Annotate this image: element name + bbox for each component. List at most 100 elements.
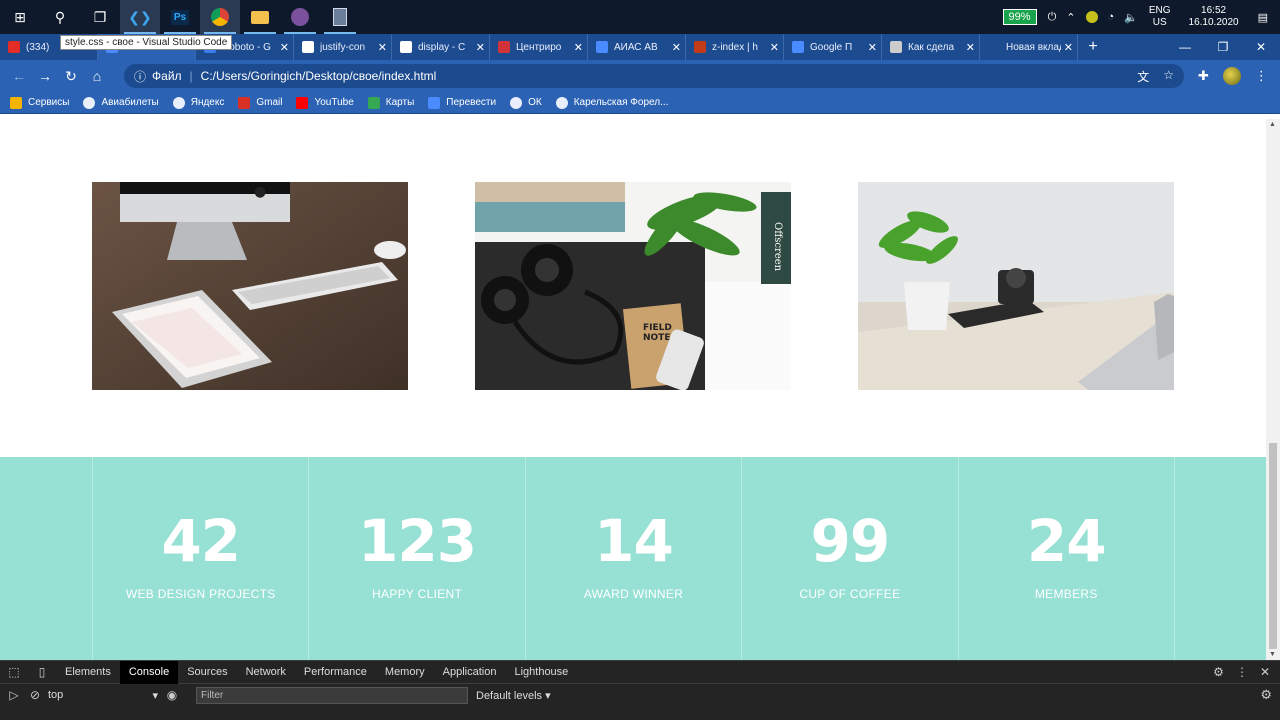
stat-label: WEB DESIGN PROJECTS (125, 587, 276, 601)
scroll-down-arrow-icon[interactable]: ▼ (1269, 651, 1276, 658)
search-button[interactable]: ⚲ (40, 0, 80, 34)
tab-close-icon[interactable]: ✕ (378, 41, 387, 54)
taskbar-photoshop[interactable]: Ps (160, 0, 200, 34)
devtools-tab[interactable]: Performance (295, 661, 376, 684)
address-url: C:/Users/Goringich/Desktop/свое/index.ht… (200, 69, 437, 83)
taskbar-chrome[interactable] (200, 0, 240, 34)
taskbar-calculator[interactable] (320, 0, 360, 34)
address-scheme: Файл (152, 69, 182, 83)
battery-indicator[interactable]: 99% (1002, 9, 1037, 25)
browser-tab[interactable]: АИАС АВ ✕ (588, 34, 686, 60)
close-window-button[interactable]: ✕ (1242, 34, 1280, 60)
bookmark-item[interactable]: Карельская Форел... (555, 96, 668, 109)
volume-icon[interactable]: 🔈 (1124, 11, 1138, 24)
wifi-icon[interactable]: ◔ (1108, 11, 1115, 23)
chrome-menu-icon[interactable]: ⋮ (1255, 68, 1268, 84)
live-expression-eye-icon[interactable]: ◉ (158, 688, 186, 702)
home-button[interactable]: ⌂ (84, 68, 110, 84)
language-indicator[interactable]: ENG US (1149, 5, 1171, 29)
start-button[interactable]: ⊞ (0, 0, 40, 34)
tab-close-icon[interactable]: ✕ (966, 41, 975, 54)
notifications-icon[interactable]: ▤ (1258, 11, 1268, 24)
clock[interactable]: 16:52 16.10.2020 (1189, 5, 1239, 29)
translate-icon[interactable]: 文 (1137, 68, 1149, 85)
devtools-tab[interactable]: Lighthouse (505, 661, 577, 684)
context-value: top (48, 688, 64, 701)
browser-tab[interactable]: Новая вкладк✕ (980, 34, 1078, 60)
new-tab-button[interactable]: + (1078, 38, 1108, 56)
tab-close-icon[interactable]: ✕ (280, 41, 289, 54)
taskbar-vscode[interactable]: ❮❯ (120, 0, 160, 34)
devtools-tab[interactable]: Sources (178, 661, 236, 684)
bookmark-star-icon[interactable]: ☆ (1163, 68, 1174, 85)
bookmark-item[interactable]: Авиабилеты (83, 96, 159, 109)
forward-button[interactable]: → (32, 68, 58, 84)
task-view-button[interactable]: ❐ (80, 0, 120, 34)
bookmark-item[interactable]: Карты (367, 96, 414, 109)
devtools-tab[interactable]: Elements (56, 661, 120, 684)
svg-text:FIELD: FIELD (643, 323, 672, 333)
browser-tab[interactable]: display - C ✕ (392, 34, 490, 60)
calculator-icon (333, 8, 347, 26)
address-bar[interactable]: ⓘ Файл | C:/Users/Goringich/Desktop/свое… (124, 64, 1184, 88)
stat-divider (1174, 457, 1175, 660)
window-controls: — ❐ ✕ (1166, 34, 1280, 60)
chevron-up-icon[interactable]: ⌃ (1066, 11, 1075, 24)
device-toolbar-icon[interactable]: ▯ (28, 665, 56, 679)
tray-app-icon[interactable] (1085, 11, 1098, 23)
bookmark-item[interactable]: YouTube (296, 96, 354, 109)
tab-title: Центриро (516, 41, 562, 53)
tab-close-icon[interactable]: ✕ (868, 41, 877, 54)
bookmark-item[interactable]: ОК (510, 96, 542, 109)
info-icon[interactable]: ⓘ (134, 68, 146, 85)
tab-title: Новая вкладк (1006, 41, 1061, 53)
address-actions: 文 ☆ (1137, 68, 1174, 85)
bookmark-label: ОК (528, 97, 542, 108)
back-button[interactable]: ← (6, 68, 32, 84)
bookmark-item[interactable]: Перевести (428, 96, 496, 109)
devtools-tab[interactable]: Network (237, 661, 295, 684)
inspect-element-icon[interactable]: ⬚ (0, 665, 28, 679)
profile-avatar[interactable] (1222, 67, 1241, 85)
tab-close-icon[interactable]: ✕ (770, 41, 779, 54)
devtools-menu-icon[interactable]: ⋮ (1236, 665, 1248, 679)
reload-button[interactable]: ↻ (58, 68, 84, 85)
tab-close-icon[interactable]: ✕ (476, 41, 485, 54)
tab-close-icon[interactable]: ✕ (1064, 41, 1073, 54)
taskbar-viber[interactable] (280, 0, 320, 34)
restore-button[interactable]: ❐ (1204, 34, 1242, 60)
stat-counter: 99 CUP OF COFFEE (741, 457, 957, 660)
bookmark-item[interactable]: Сервисы (10, 96, 69, 109)
browser-tab[interactable]: z-index | h ✕ (686, 34, 784, 60)
browser-tab[interactable]: Центриро ✕ (490, 34, 588, 60)
chrome-toolbar: ← → ↻ ⌂ ⓘ Файл | C:/Users/Goringich/Desk… (0, 60, 1280, 92)
browser-tab[interactable]: justify-con ✕ (294, 34, 392, 60)
context-selector[interactable]: top ▾ (48, 689, 158, 702)
console-sidebar-icon[interactable]: ▷ (0, 688, 28, 702)
bookmark-item[interactable]: Gmail (238, 96, 282, 109)
browser-tab[interactable]: Как сдела ✕ (882, 34, 980, 60)
bookmark-item[interactable]: Яндекс (172, 96, 224, 109)
minimize-button[interactable]: — (1166, 34, 1204, 60)
stat-number: 99 (810, 507, 891, 575)
console-settings-icon[interactable]: ⚙ (1260, 687, 1272, 703)
tab-close-icon[interactable]: ✕ (672, 41, 681, 54)
tab-close-icon[interactable]: ✕ (574, 41, 583, 54)
devtools-tab[interactable]: Application (434, 661, 506, 684)
console-filter-input[interactable]: Filter (196, 686, 468, 704)
log-levels-dropdown[interactable]: Default levels ▾ (476, 689, 551, 702)
bookmark-favicon-icon (296, 96, 309, 109)
devtools-actions: ⚙ ⋮ ✕ (1213, 665, 1270, 679)
devtools-close-icon[interactable]: ✕ (1260, 665, 1270, 679)
devtools-tab[interactable]: Memory (376, 661, 434, 684)
clear-console-icon[interactable]: ⊘ (28, 688, 42, 702)
scrollbar-thumb[interactable] (1269, 443, 1277, 649)
page-scrollbar[interactable]: ▲ ▼ (1266, 119, 1280, 660)
browser-tab[interactable]: Google П ✕ (784, 34, 882, 60)
scroll-up-arrow-icon[interactable]: ▲ (1269, 121, 1276, 128)
bookmark-label: YouTube (314, 97, 354, 108)
devtools-tab[interactable]: Console (119, 660, 179, 684)
devtools-settings-icon[interactable]: ⚙ (1213, 665, 1224, 679)
taskbar-explorer[interactable] (240, 0, 280, 34)
extensions-icon[interactable]: ✚ (1198, 68, 1209, 84)
